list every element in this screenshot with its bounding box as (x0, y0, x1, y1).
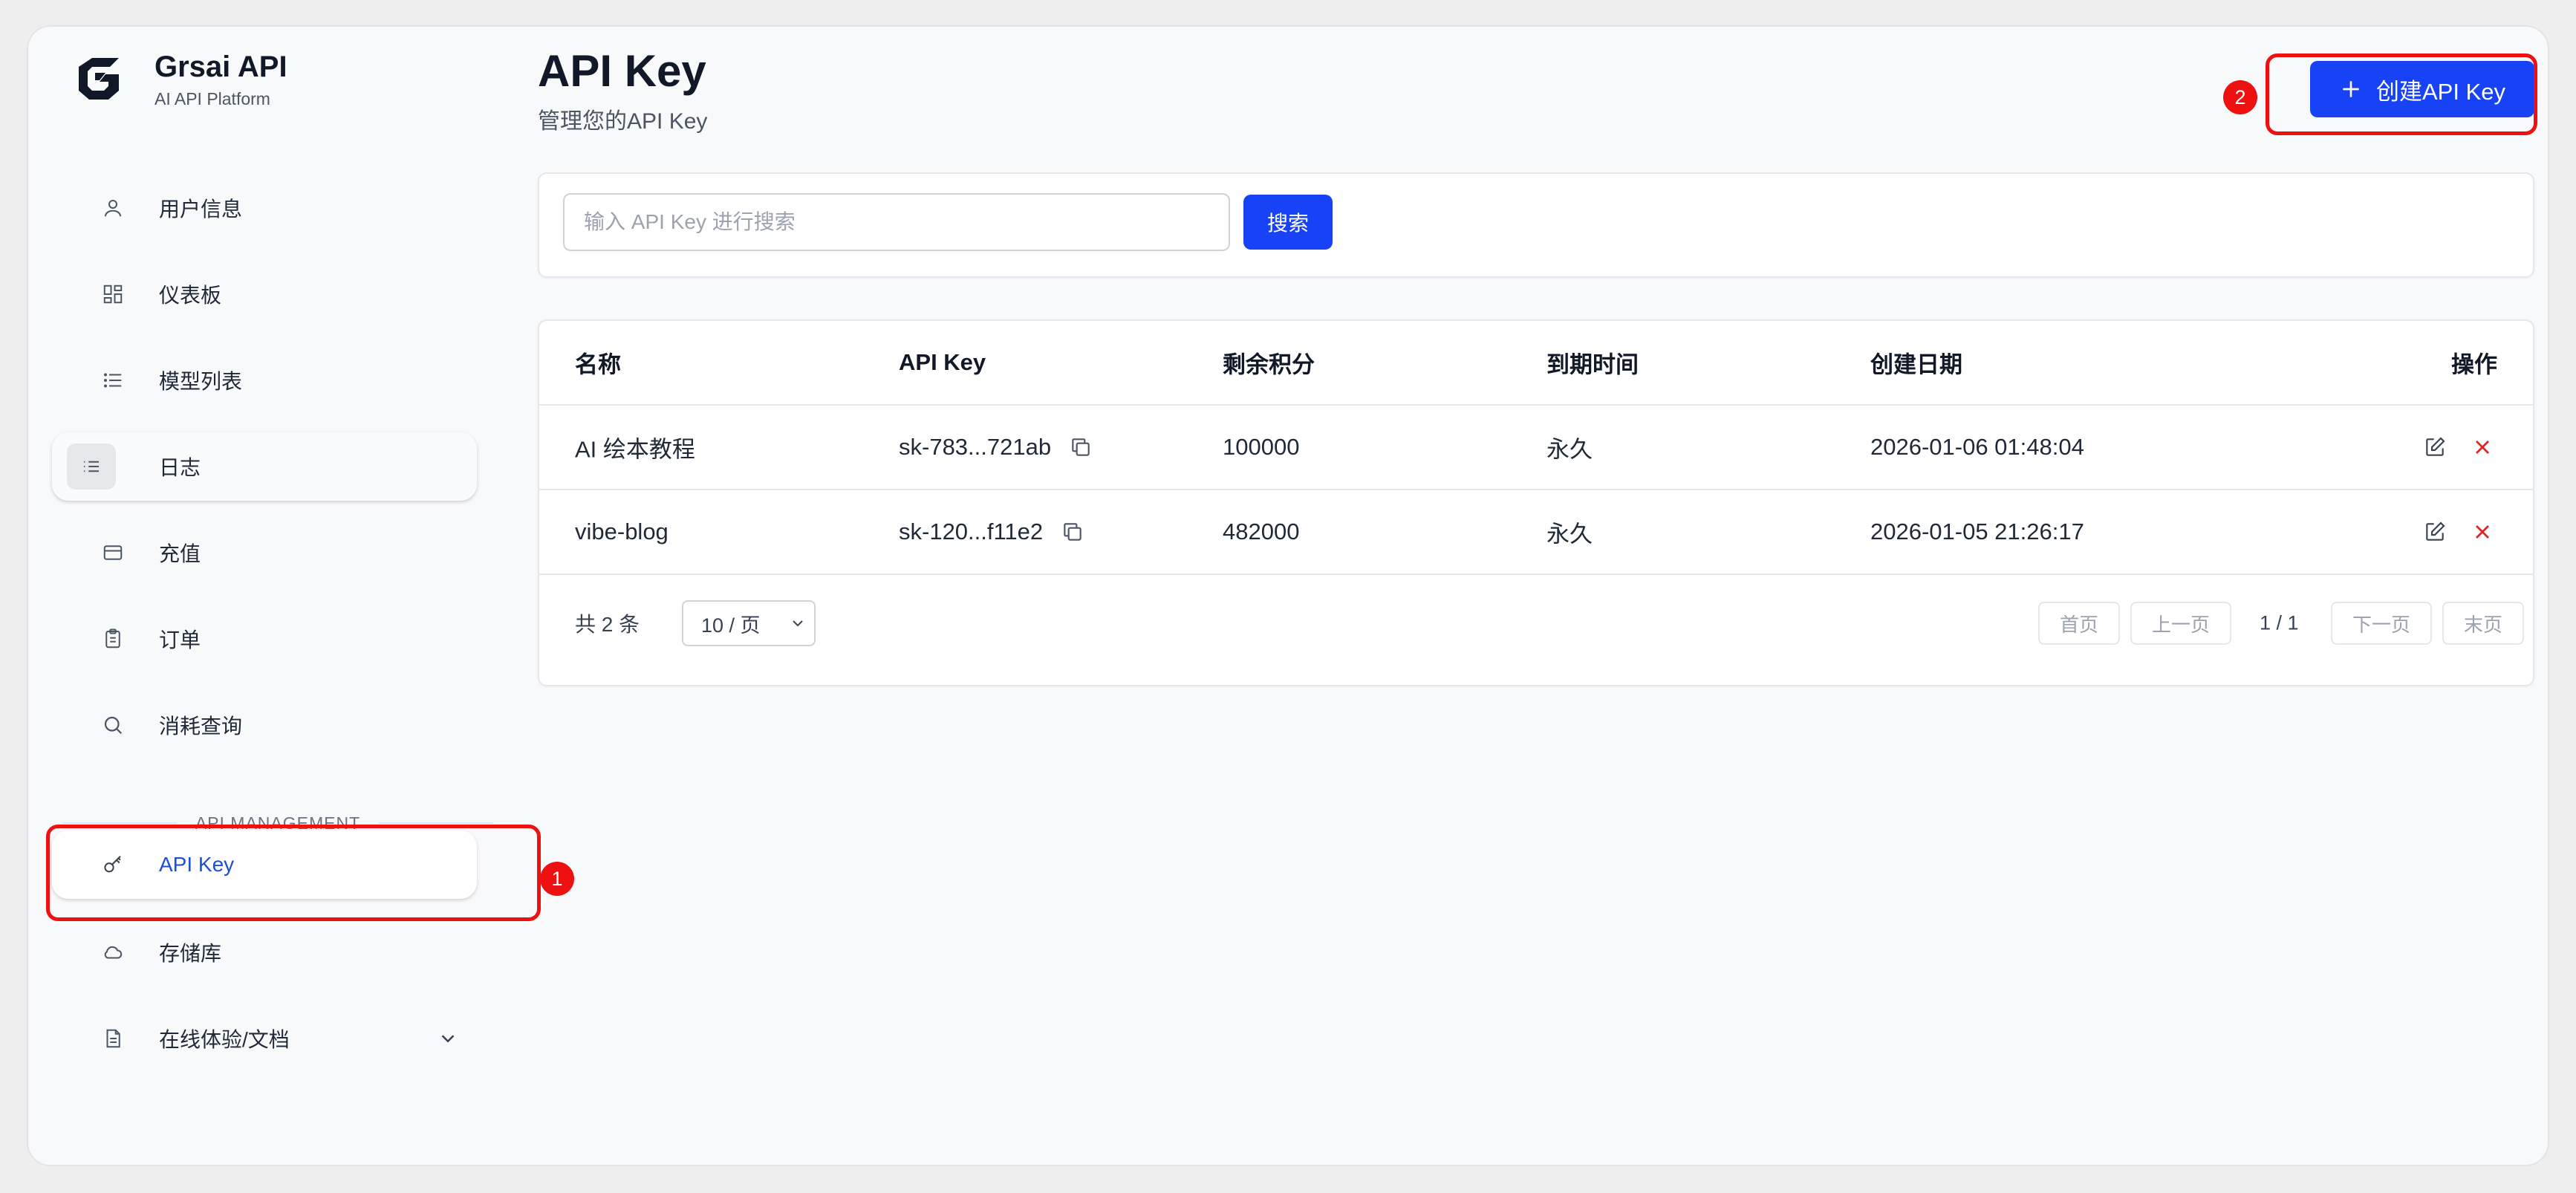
page-size-value: 10 / 页 (701, 614, 761, 637)
created-date: 2026-01-05 21:26:17 (1870, 519, 2084, 545)
credit-card-icon (101, 541, 125, 565)
sidebar-item-label: 消耗查询 (159, 715, 243, 738)
total-count: 共 2 条 (575, 613, 640, 636)
key-value-cell: sk-783...721ab (899, 434, 1093, 461)
expiry: 永久 (1546, 436, 1593, 463)
sidebar-item-logs[interactable]: 日志 (52, 432, 477, 501)
list-icon (101, 368, 125, 392)
column-header: 操作 (2451, 351, 2497, 378)
key-name: vibe-blog (575, 519, 669, 545)
expiry: 永久 (1546, 521, 1593, 547)
sidebar-item-label: 日志 (159, 456, 201, 479)
chevron-down-icon (793, 620, 803, 627)
search-input[interactable] (563, 193, 1230, 251)
highlight-box-create (2266, 53, 2537, 135)
page-size-select[interactable]: 10 / 页 (682, 600, 816, 646)
column-header: 到期时间 (1546, 351, 1639, 378)
pagination: 共 2 条 10 / 页 首页 上一页 1 / 1 下一页 末页 (539, 575, 2533, 672)
gs-logo-icon (79, 58, 119, 100)
search-icon (101, 713, 125, 737)
brand-name: Grsai API (155, 50, 287, 83)
table-row: AI 绘本教程 sk-783...721ab 100000 永久 2026-01… (539, 406, 2533, 490)
next-page-button[interactable]: 下一页 (2331, 602, 2432, 645)
sidebar-item-recharge[interactable]: 充值 (52, 519, 477, 587)
copy-icon[interactable] (1069, 435, 1093, 459)
key-value-cell: sk-120...f11e2 (899, 519, 1084, 545)
sidebar-item-label: 存储库 (159, 942, 222, 965)
sidebar-item-orders[interactable]: 订单 (52, 605, 477, 673)
step-badge-1: 1 (540, 862, 574, 896)
delete-icon[interactable] (2471, 520, 2494, 544)
sidebar-item-dashboard[interactable]: 仪表板 (52, 260, 477, 328)
sidebar-item-label: 在线体验/文档 (159, 1028, 290, 1051)
column-header: 创建日期 (1870, 351, 1962, 378)
api-key-table: 名称 API Key 剩余积分 到期时间 创建日期 操作 AI 绘本教程 sk-… (538, 319, 2534, 686)
column-header: 剩余积分 (1223, 351, 1315, 378)
sidebar-item-label: 充值 (159, 542, 201, 565)
dashboard-icon (101, 282, 125, 306)
edit-icon[interactable] (2423, 435, 2447, 459)
sidebar-item-label: 用户信息 (159, 198, 243, 221)
brand-subtitle: AI API Platform (155, 88, 270, 108)
created-date: 2026-01-06 01:48:04 (1870, 434, 2084, 460)
prev-page-button[interactable]: 上一页 (2130, 602, 2231, 645)
page-info: 1 / 1 (2260, 611, 2299, 634)
search-button[interactable]: 搜索 (1243, 195, 1333, 250)
page-title: API Key (538, 46, 706, 96)
cloud-icon (101, 940, 125, 964)
row-actions (2423, 435, 2494, 459)
log-list-icon (67, 443, 116, 490)
last-page-button[interactable]: 末页 (2442, 602, 2524, 645)
copy-icon[interactable] (1061, 520, 1084, 544)
column-header: 名称 (575, 351, 621, 378)
document-icon (101, 1027, 125, 1050)
delete-icon[interactable] (2471, 435, 2494, 459)
sidebar-item-label: 模型列表 (159, 370, 243, 393)
divider (378, 822, 493, 824)
page-subtitle: 管理您的API Key (538, 109, 708, 134)
row-actions (2423, 520, 2494, 544)
brand: Grsai API AI API Platform (73, 42, 287, 116)
clipboard-icon (101, 627, 125, 651)
credits: 100000 (1223, 434, 1300, 460)
highlight-box-api-key (46, 825, 541, 921)
app-window: Grsai API AI API Platform 用户信息 仪表板 模型列表 … (27, 25, 2549, 1166)
user-icon (101, 196, 125, 220)
divider (62, 822, 178, 824)
credits: 482000 (1223, 519, 1300, 545)
sidebar-item-label: 订单 (159, 628, 201, 651)
sidebar-item-user-info[interactable]: 用户信息 (52, 174, 477, 242)
key-value: sk-120...f11e2 (899, 519, 1044, 545)
sidebar-item-usage-query[interactable]: 消耗查询 (52, 691, 477, 759)
table-row: vibe-blog sk-120...f11e2 482000 永久 2026-… (539, 490, 2533, 575)
column-header: API Key (899, 349, 986, 375)
search-card: 搜索 (538, 172, 2534, 278)
key-name: AI 绘本教程 (575, 436, 695, 463)
key-value: sk-783...721ab (899, 434, 1052, 460)
edit-icon[interactable] (2423, 520, 2447, 544)
chevron-down-icon[interactable] (437, 1027, 459, 1050)
table-header: 名称 API Key 剩余积分 到期时间 创建日期 操作 (539, 321, 2533, 406)
sidebar-item-model-list[interactable]: 模型列表 (52, 346, 477, 415)
first-page-button[interactable]: 首页 (2038, 602, 2120, 645)
step-badge-2: 2 (2223, 80, 2257, 114)
sidebar-item-label: 仪表板 (159, 284, 222, 307)
sidebar-item-storage[interactable]: 存储库 (52, 918, 477, 986)
sidebar-item-docs[interactable]: 在线体验/文档 (52, 1004, 477, 1073)
